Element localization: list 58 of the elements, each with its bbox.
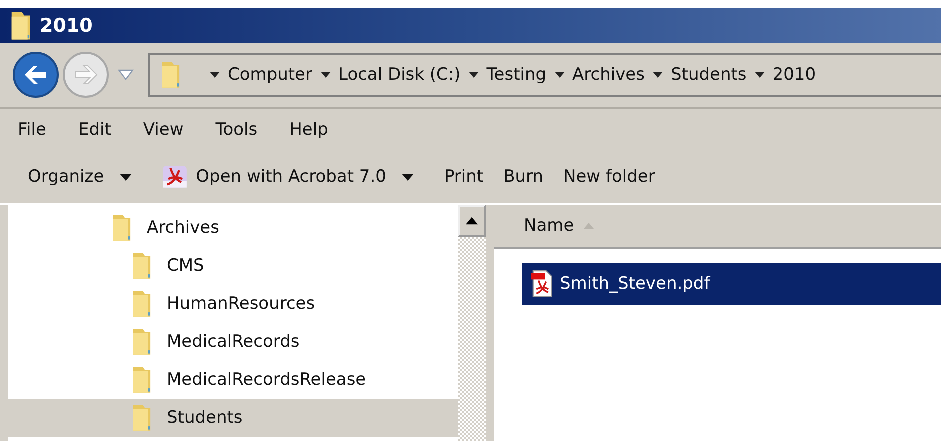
- caret-icon[interactable]: [210, 72, 220, 78]
- tree-item[interactable]: HumanResources: [8, 285, 458, 323]
- tree-item[interactable]: Archives: [8, 209, 458, 247]
- arrow-left-icon: [12, 51, 60, 99]
- toolbar-button[interactable]: Organize: [18, 163, 114, 191]
- menu-item[interactable]: View: [143, 120, 184, 140]
- folder-icon: [131, 251, 153, 281]
- file-row[interactable]: Smith_Steven.pdf: [522, 263, 941, 305]
- caret-icon[interactable]: [120, 174, 132, 180]
- tree-item[interactable]: Students: [8, 399, 458, 437]
- caret-icon[interactable]: [468, 72, 479, 78]
- breadcrumb-item[interactable]: Students: [671, 65, 747, 85]
- caret-icon[interactable]: [320, 72, 331, 78]
- pdf-file-icon: [530, 270, 554, 298]
- dropdown-caret-icon[interactable]: [118, 69, 134, 81]
- folder-label: Students: [167, 408, 243, 428]
- menu-item[interactable]: File: [18, 120, 46, 140]
- arrow-right-icon: [62, 51, 110, 99]
- folder-icon: [131, 365, 153, 395]
- file-name: Smith_Steven.pdf: [560, 274, 710, 294]
- menu-item[interactable]: Edit: [78, 120, 112, 140]
- caret-icon[interactable]: [402, 174, 414, 180]
- menu-item[interactable]: Help: [290, 120, 328, 140]
- caret-icon[interactable]: [554, 72, 565, 78]
- folder-icon: [131, 403, 153, 433]
- column-header[interactable]: Name: [524, 216, 574, 236]
- back-button[interactable]: [12, 50, 62, 100]
- pdf-icon: [162, 164, 188, 190]
- toolbar-button[interactable]: Print: [434, 163, 494, 191]
- address-field[interactable]: Computer Local Disk (C:) Testing Archives Students 2010: [148, 53, 941, 97]
- tree-item[interactable]: CMS: [8, 247, 458, 285]
- caret-icon[interactable]: [754, 72, 765, 78]
- folder-label: MedicalRecordsRelease: [167, 370, 366, 390]
- folder-label: HumanResources: [167, 294, 316, 314]
- folder-label: Archives: [147, 218, 220, 238]
- toolbar-button[interactable]: Open with Acrobat 7.0: [152, 160, 396, 194]
- breadcrumb-item[interactable]: Local Disk (C:): [338, 65, 461, 85]
- tree-item[interactable]: MedicalRecordsRelease: [8, 361, 458, 399]
- breadcrumb-item[interactable]: Computer: [228, 65, 313, 85]
- folder-label: MedicalRecords: [167, 332, 300, 352]
- menu-item[interactable]: Tools: [216, 120, 258, 140]
- window-title: 2010: [40, 14, 93, 36]
- breadcrumb-item[interactable]: Archives: [572, 65, 645, 85]
- folder-icon: [131, 289, 153, 319]
- folder-icon: [131, 327, 153, 357]
- tree-item[interactable]: MedicalRecords: [8, 323, 458, 361]
- caret-icon[interactable]: [653, 72, 663, 78]
- breadcrumb-item[interactable]: Testing: [486, 65, 547, 85]
- scrollbar[interactable]: [458, 205, 486, 441]
- arrow-up-icon: [466, 217, 478, 225]
- breadcrumb-item[interactable]: 2010: [772, 65, 816, 85]
- folder-icon: [111, 213, 133, 243]
- folder-icon: [160, 60, 182, 90]
- scroll-up-button[interactable]: [458, 205, 486, 237]
- folder-label: CMS: [167, 256, 204, 276]
- toolbar-button[interactable]: New folder: [553, 163, 666, 191]
- sort-caret-icon: [584, 223, 594, 229]
- toolbar-button[interactable]: Burn: [494, 163, 554, 191]
